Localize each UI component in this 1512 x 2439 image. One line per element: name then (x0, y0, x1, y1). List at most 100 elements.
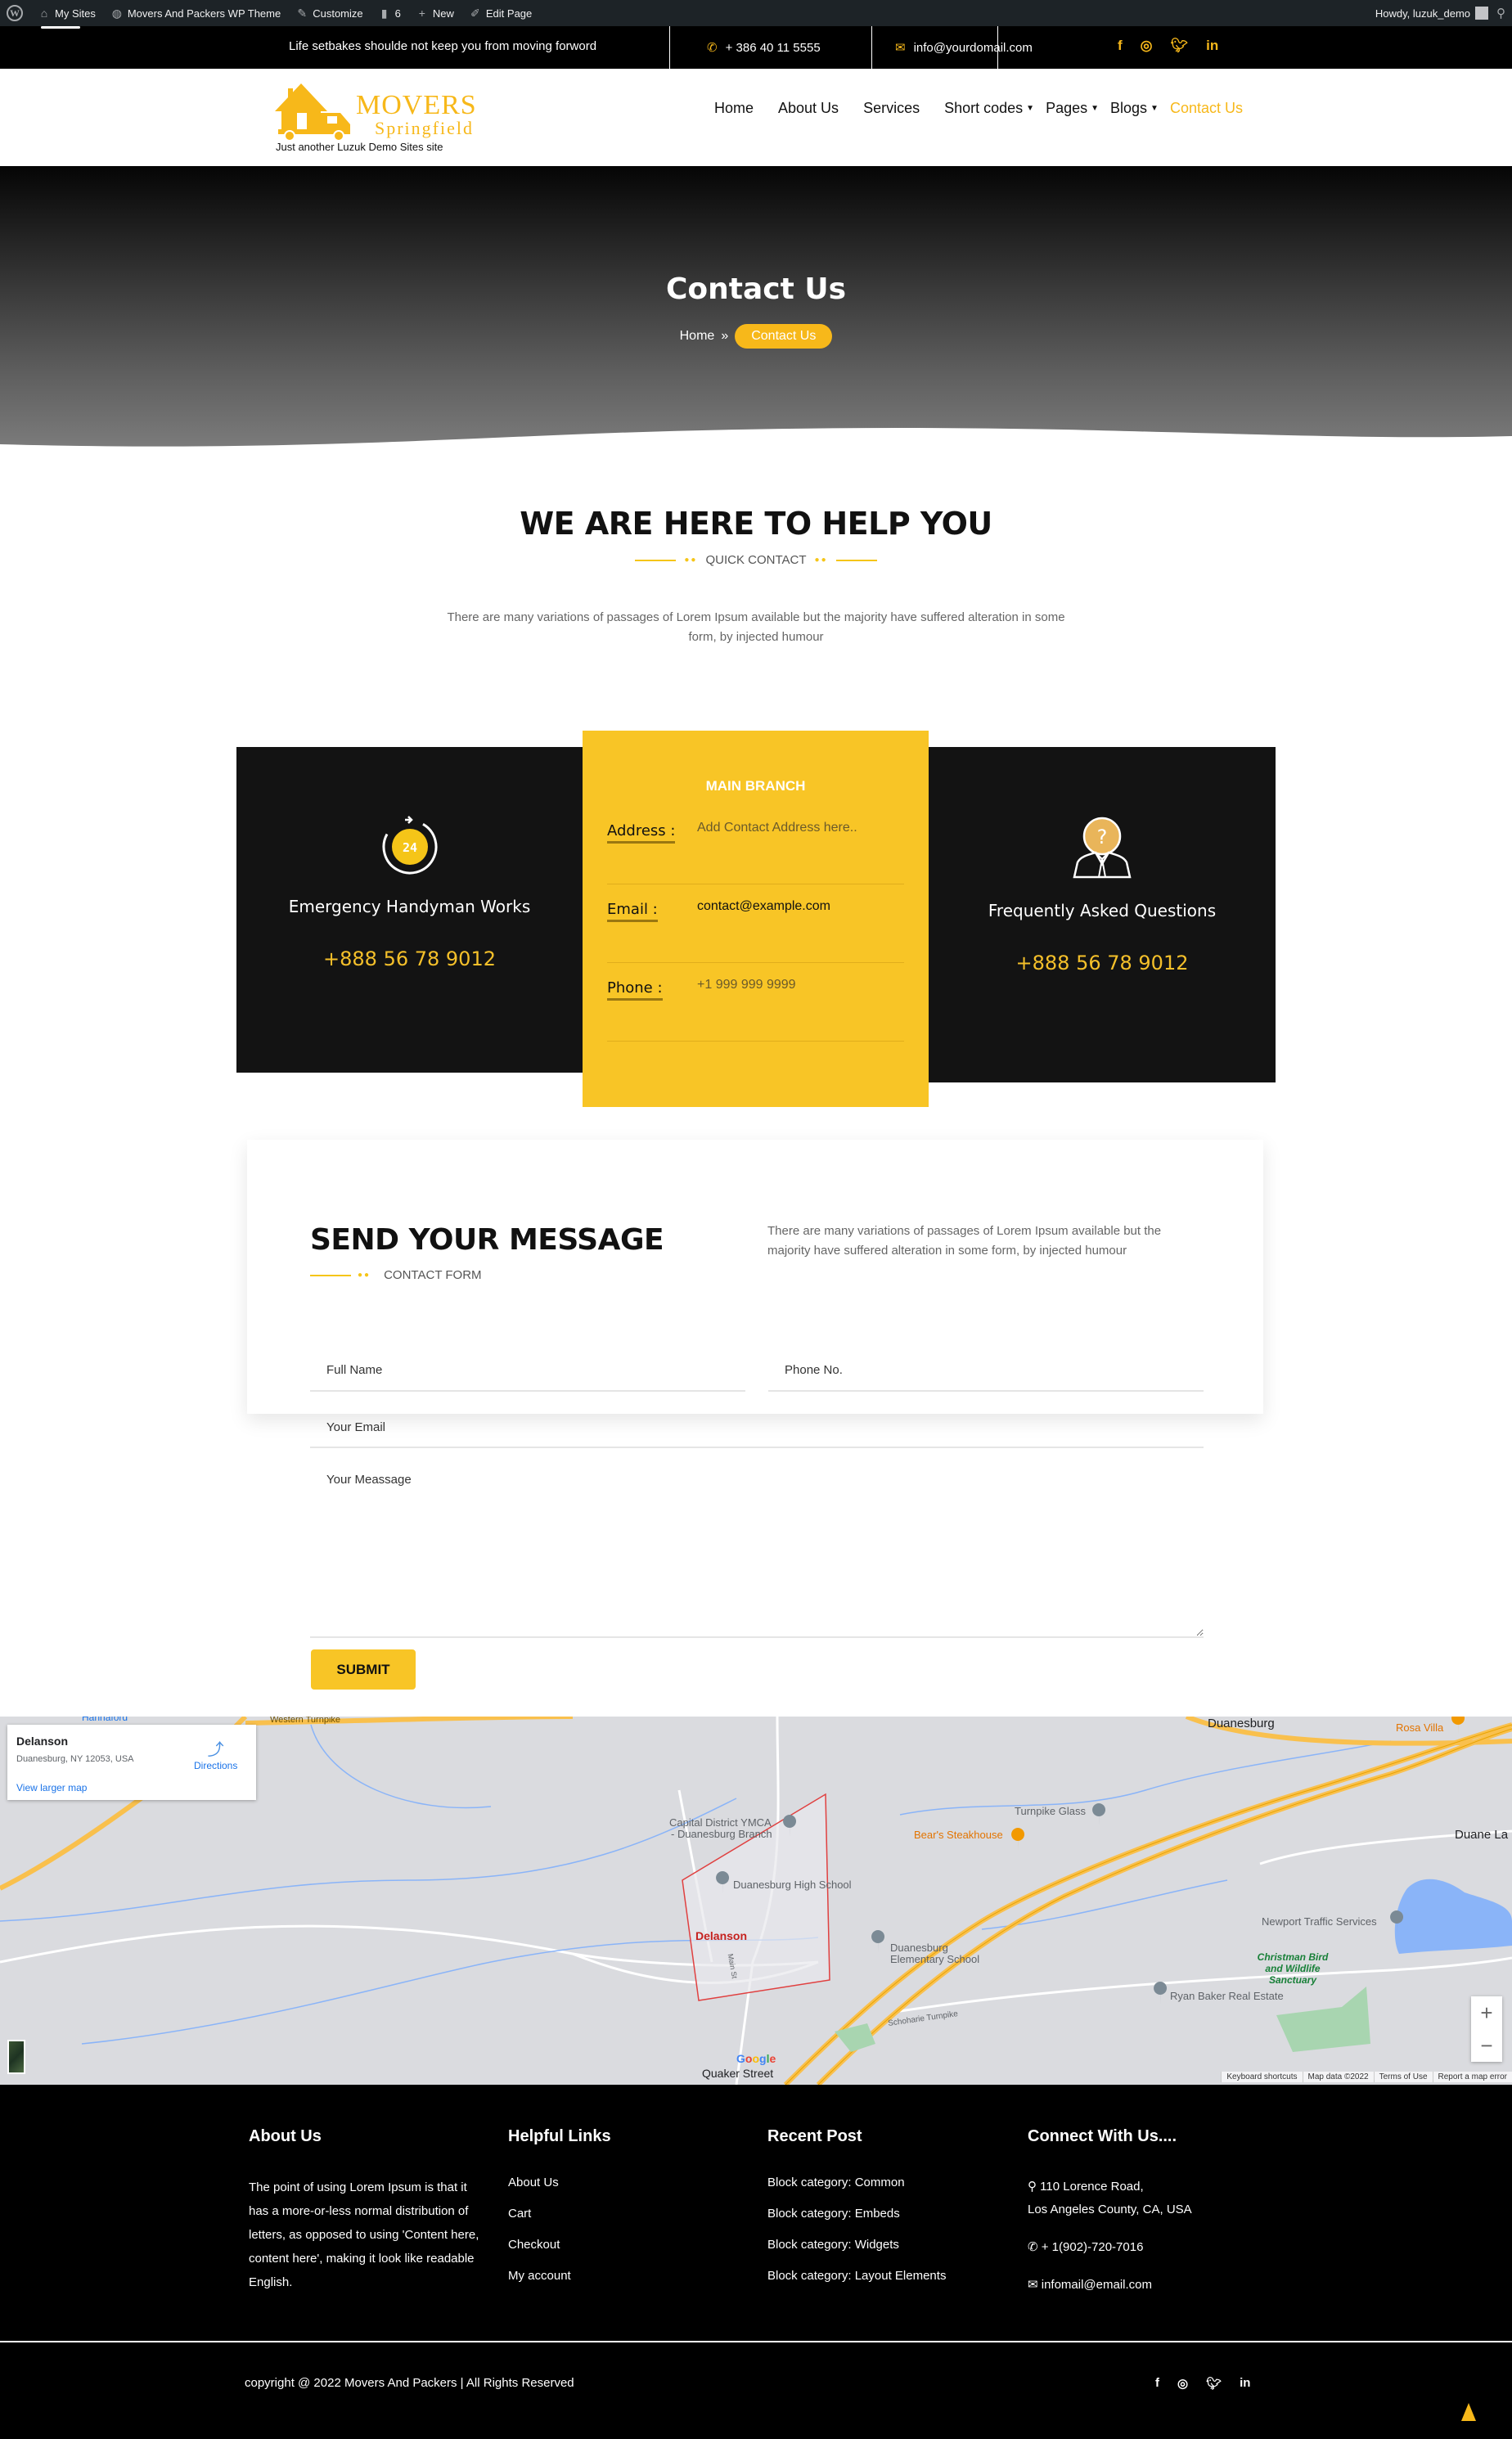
nav-label: Services (863, 100, 920, 116)
map-label-rosa-villa: Rosa Villa (1396, 1721, 1444, 1734)
instagram-icon[interactable]: ◎ (1141, 38, 1153, 54)
google-map[interactable]: Duanesburg Rosa Villa Duane La Capital D… (0, 1717, 1512, 2085)
decorative-dots: ●● (684, 556, 698, 565)
google-logo: Google (736, 2052, 776, 2065)
admin-bar-site[interactable]: ◍ Movers And Packers WP Theme (110, 7, 281, 20)
footer-about-text: The point of using Lorem Ipsum is that i… (249, 2180, 479, 2289)
twitter-icon[interactable]: 🐦︎ (1206, 2376, 1222, 2391)
admin-bar-new[interactable]: + New (416, 7, 454, 20)
site-tagline: Just another Luzuk Demo Sites site (276, 141, 443, 153)
footer-address: ⚲ 110 Lorence Road, (1028, 2176, 1273, 2198)
top-phone[interactable]: ✆ + 386 40 11 5555 (707, 40, 821, 56)
nav-blogs[interactable]: Blogs ▼ (1110, 100, 1159, 117)
facebook-icon[interactable]: f (1155, 2376, 1159, 2391)
wordpress-icon: W (7, 5, 23, 21)
admin-bar-edit-page[interactable]: ✐ Edit Page (469, 7, 532, 20)
nav-pages[interactable]: Pages ▼ (1046, 100, 1099, 117)
house-truck-logo-icon (275, 83, 350, 142)
footer-phone-text: + 1(902)-720-7016 (1041, 2240, 1144, 2254)
back-to-top-arrow-icon[interactable] (1461, 2403, 1476, 2421)
divider (669, 26, 670, 69)
zoom-in-button[interactable]: + (1471, 2000, 1502, 2026)
terms-link[interactable]: Terms of Use (1373, 2072, 1433, 2082)
keyboard-shortcuts-link[interactable]: Keyboard shortcuts (1221, 2072, 1302, 2082)
submit-button[interactable]: SUBMIT (311, 1649, 416, 1690)
footer-links: Helpful Links About Us Cart Checkout My … (508, 2127, 737, 2300)
decorative-dots: ●● (814, 556, 828, 565)
nav-label: Home (714, 100, 754, 116)
directions-button[interactable]: ⤴ Directions (194, 1736, 237, 1771)
admin-bar-wordpress[interactable]: W (7, 5, 23, 21)
email-value[interactable]: contact@example.com (697, 899, 830, 914)
svg-text:?: ? (1097, 826, 1108, 848)
nav-label: Pages (1046, 100, 1088, 116)
map-label-duane-lake: Duane La (1455, 1828, 1509, 1842)
comment-icon: ▮ (380, 6, 388, 20)
decorative-dots: ●● (358, 1271, 371, 1280)
recent-post-link[interactable]: Block category: Common (767, 2176, 1013, 2189)
admin-bar-comments[interactable]: ▮ 6 (378, 7, 401, 20)
search-icon[interactable]: ⚲ (1496, 6, 1505, 20)
zoom-out-button[interactable]: − (1471, 2033, 1502, 2059)
recent-post-link[interactable]: Block category: Layout Elements (767, 2269, 1013, 2283)
view-larger-map-link[interactable]: View larger map (16, 1782, 87, 1793)
instagram-icon[interactable]: ◎ (1177, 2376, 1188, 2391)
footer-about: About Us The point of using Lorem Ipsum … (249, 2127, 490, 2294)
message-textarea[interactable] (310, 1465, 1204, 1638)
footer-link-cart[interactable]: Cart (508, 2207, 737, 2221)
person-question-icon: ? (929, 817, 1276, 883)
footer-divider (0, 2341, 1512, 2342)
map-label-western-turnpike: Western Turnpike (270, 1717, 341, 1725)
main-nav: Home About Us Services Short codes ▼ Page… (714, 100, 1267, 117)
map-label-bears-steakhouse: Bear's Steakhouse (914, 1829, 1003, 1841)
envelope-icon: ✉ (895, 41, 906, 55)
admin-bar-customize[interactable]: ✎ Customize (295, 7, 362, 20)
footer-phone[interactable]: ✆ + 1(902)-720-7016 (1028, 2236, 1273, 2259)
facebook-icon[interactable]: f (1118, 38, 1123, 54)
satellite-toggle[interactable] (7, 2040, 25, 2074)
admin-bar-account[interactable]: Howdy, luzuk_demo (1375, 7, 1488, 20)
footer-email[interactable]: ✉ infomail@email.com (1028, 2274, 1273, 2297)
recent-post-link[interactable]: Block category: Widgets (767, 2238, 1013, 2252)
phone-input[interactable] (768, 1350, 1204, 1392)
nav-home[interactable]: Home (714, 100, 754, 117)
breadcrumb-home[interactable]: Home (680, 329, 715, 344)
footer-links-title: Helpful Links (508, 2127, 611, 2145)
linkedin-icon[interactable]: in (1240, 2376, 1250, 2391)
nav-about-us[interactable]: About Us (778, 100, 839, 117)
faq-phone[interactable]: +888 56 78 9012 (929, 952, 1276, 974)
footer-link-my-account[interactable]: My account (508, 2269, 737, 2283)
help-description: There are many variations of passages of… (447, 610, 1065, 644)
emergency-title: Emergency Handyman Works (288, 897, 531, 916)
phone-value[interactable]: +1 999 999 9999 (697, 978, 796, 992)
nav-contact-us[interactable]: Contact Us (1170, 100, 1243, 117)
map-label-elementary-2: Elementary School (890, 1953, 980, 1965)
site-logo[interactable]: MOVERS Springfield (270, 80, 476, 146)
linkedin-icon[interactable]: in (1206, 38, 1218, 54)
report-error-link[interactable]: Report a map error (1432, 2072, 1512, 2082)
full-name-input[interactable] (310, 1350, 745, 1392)
decorative-tab (41, 26, 80, 29)
footer-link-about[interactable]: About Us (508, 2176, 737, 2189)
top-email[interactable]: ✉ info@yourdomail.com (895, 40, 1033, 56)
nav-short-codes[interactable]: Short codes ▼ (944, 100, 1034, 117)
nav-label: Short codes (944, 100, 1024, 116)
recent-post-link[interactable]: Block category: Embeds (767, 2207, 1013, 2221)
nav-services[interactable]: Services (863, 100, 920, 117)
footer-address-line1: 110 Lorence Road, (1040, 2180, 1144, 2194)
footer-address-line2: Los Angeles County, CA, USA (1028, 2203, 1192, 2216)
email-label: Email : (607, 901, 658, 922)
email-input[interactable] (310, 1407, 1204, 1448)
breadcrumb: Home » Contact Us (0, 324, 1512, 349)
twitter-icon[interactable]: 🐦︎ (1171, 38, 1189, 54)
phone-label: Phone : (607, 979, 663, 1001)
footer-link-checkout[interactable]: Checkout (508, 2238, 737, 2252)
admin-bar-my-sites[interactable]: ⌂ My Sites (38, 7, 96, 20)
logo-name-top: MOVERS (356, 90, 477, 120)
map-label-elementary: Duanesburg (890, 1942, 948, 1954)
nav-label: About Us (778, 100, 839, 116)
message-subtitle: ●● CONTACT FORM (310, 1268, 482, 1282)
emergency-card: 24 Emergency Handyman Works +888 56 78 9… (236, 747, 583, 1073)
emergency-phone[interactable]: +888 56 78 9012 (236, 947, 583, 970)
footer-about-title: About Us (249, 2127, 322, 2145)
